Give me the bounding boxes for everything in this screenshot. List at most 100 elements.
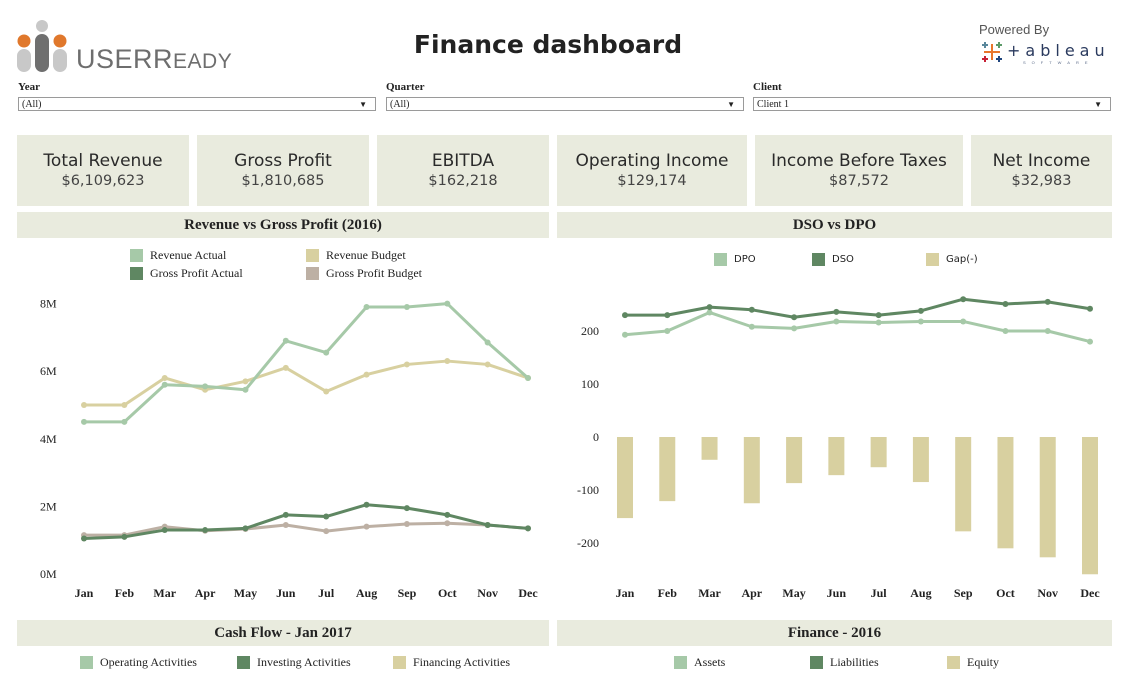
data-point-dso <box>1044 298 1051 305</box>
x-tick-label: Jun <box>276 586 296 600</box>
legend-item-gross-profit-budget[interactable]: Gross Profit Budget <box>306 266 422 281</box>
gap-bar <box>912 437 929 483</box>
kpi-value: $87,572 <box>829 173 889 189</box>
x-tick-label: Nov <box>1037 586 1058 600</box>
y-tick-label: 200 <box>581 324 599 338</box>
data-point-revenue-actual <box>363 303 370 310</box>
legend-swatch <box>130 267 143 280</box>
tableau-wordmark: +ableau <box>1007 41 1110 60</box>
data-point-gross-profit-actual <box>161 527 168 534</box>
x-tick-label: Dec <box>518 586 538 600</box>
kpi-ebitda: EBITDA $162,218 <box>377 135 549 206</box>
data-point-gross-profit-actual <box>323 513 330 520</box>
filter-client-select[interactable]: Client 1 ▼ <box>753 97 1111 111</box>
legend-item-assets[interactable]: Assets <box>674 655 725 670</box>
kpi-value: $6,109,623 <box>61 173 145 189</box>
data-point-dpo <box>917 318 924 325</box>
data-point-revenue-actual <box>81 418 87 425</box>
legend-item-gross-profit-actual[interactable]: Gross Profit Actual <box>130 266 243 281</box>
data-point-dso <box>622 312 628 319</box>
kpi-label: EBITDA <box>431 151 495 171</box>
legend-label: DPO <box>734 254 756 265</box>
legend-label: Operating Activities <box>100 655 197 669</box>
x-tick-label: Dec <box>1080 586 1100 600</box>
data-point-dpo <box>1087 338 1093 345</box>
legend-item-dpo[interactable]: DPO <box>714 253 756 266</box>
data-point-dso <box>917 307 924 314</box>
dropdown-arrow-icon: ▼ <box>1094 100 1102 109</box>
data-point-dso <box>960 296 967 303</box>
legend-label: Gap(-) <box>946 254 978 265</box>
data-point-revenue-budget <box>282 364 289 371</box>
x-tick-label: Aug <box>356 586 377 600</box>
legend-item-dso[interactable]: DSO <box>812 253 854 266</box>
data-point-dpo <box>1044 328 1051 334</box>
data-point-gross-profit-actual <box>444 511 451 518</box>
data-point-dso <box>1087 305 1093 312</box>
filter-year-select[interactable]: (All) ▼ <box>18 97 376 111</box>
legend-swatch <box>80 656 93 669</box>
filter-quarter-label: Quarter <box>386 81 425 93</box>
x-tick-label: Sep <box>398 586 417 600</box>
gap-bar <box>997 437 1014 549</box>
tableau-cross-icon <box>982 42 1002 62</box>
x-tick-label: Feb <box>115 586 135 600</box>
x-tick-label: Apr <box>195 586 216 600</box>
x-tick-label: Jan <box>75 586 94 600</box>
data-point-dso <box>664 312 671 319</box>
x-tick-label: Feb <box>658 586 678 600</box>
x-tick-label: Jun <box>827 586 847 600</box>
legend-item-investing-activities[interactable]: Investing Activities <box>237 655 351 670</box>
legend-swatch <box>714 253 727 266</box>
legend-item-revenue-actual[interactable]: Revenue Actual <box>130 248 226 263</box>
filter-year-value: (All) <box>22 99 42 110</box>
data-point-revenue-budget <box>484 361 491 368</box>
kpi-gross-profit: Gross Profit $1,810,685 <box>197 135 369 206</box>
legend-item-equity[interactable]: Equity <box>947 655 999 670</box>
data-point-revenue-budget <box>323 388 330 395</box>
legend-label: Gross Profit Actual <box>150 266 243 280</box>
gap-bar <box>701 437 718 460</box>
y-tick-label: 2M <box>40 499 57 513</box>
data-point-revenue-actual <box>282 337 289 344</box>
kpi-label: Gross Profit <box>234 151 332 171</box>
finance-title: Finance - 2016 <box>557 620 1112 646</box>
x-tick-label: Jul <box>871 586 888 600</box>
x-tick-label: Mar <box>153 586 176 600</box>
kpi-income-before-taxes: Income Before Taxes $87,572 <box>755 135 963 206</box>
legend-item-gap[interactable]: Gap(-) <box>926 253 978 266</box>
revenue-chart-title: Revenue vs Gross Profit (2016) <box>17 212 549 238</box>
legend-swatch <box>130 249 143 262</box>
data-point-revenue-actual <box>202 383 209 390</box>
legend-item-liabilities[interactable]: Liabilities <box>810 655 879 670</box>
legend-label: Equity <box>967 655 999 669</box>
x-tick-label: Oct <box>438 586 457 600</box>
x-tick-label: Apr <box>741 586 762 600</box>
legend-swatch <box>947 656 960 669</box>
kpi-value: $32,983 <box>1011 173 1072 189</box>
revenue-vs-gross-profit-chart: 0M 2M 4M 6M 8M Jan Feb Mar Apr May Jun Jul Aug Sep Oct… <box>40 297 538 600</box>
gap-bar <box>1082 437 1098 575</box>
y-tick-label: -200 <box>577 536 599 550</box>
y-tick-label: 6M <box>40 364 57 378</box>
gap-bar <box>786 437 803 484</box>
filter-quarter-select[interactable]: (All) ▼ <box>386 97 744 111</box>
tableau-logo: +ableau SOFTWARE <box>979 40 1109 66</box>
legend-item-operating-activities[interactable]: Operating Activities <box>80 655 197 670</box>
data-point-dso <box>748 306 755 313</box>
dso-vs-dpo-chart: -200 -100 0 100 200 Jan Feb Mar Apr May Jun Jul Aug S… <box>577 296 1100 600</box>
kpi-value: $1,810,685 <box>241 173 325 189</box>
data-point-dso <box>1002 300 1009 307</box>
data-point-gross-profit-actual <box>242 525 249 532</box>
legend-item-revenue-budget[interactable]: Revenue Budget <box>306 248 406 263</box>
legend-swatch <box>926 253 939 266</box>
gap-bar <box>1039 437 1056 558</box>
data-point-dpo <box>664 328 671 334</box>
data-point-gross-profit-actual <box>282 511 289 518</box>
powered-by-label: Powered By <box>979 22 1050 37</box>
dso-chart-title: DSO vs DPO <box>557 212 1112 238</box>
data-point-dso <box>833 308 840 315</box>
data-point-revenue-actual <box>323 349 330 356</box>
legend-item-financing-activities[interactable]: Financing Activities <box>393 655 510 670</box>
data-point-gross-profit-budget <box>403 520 410 527</box>
